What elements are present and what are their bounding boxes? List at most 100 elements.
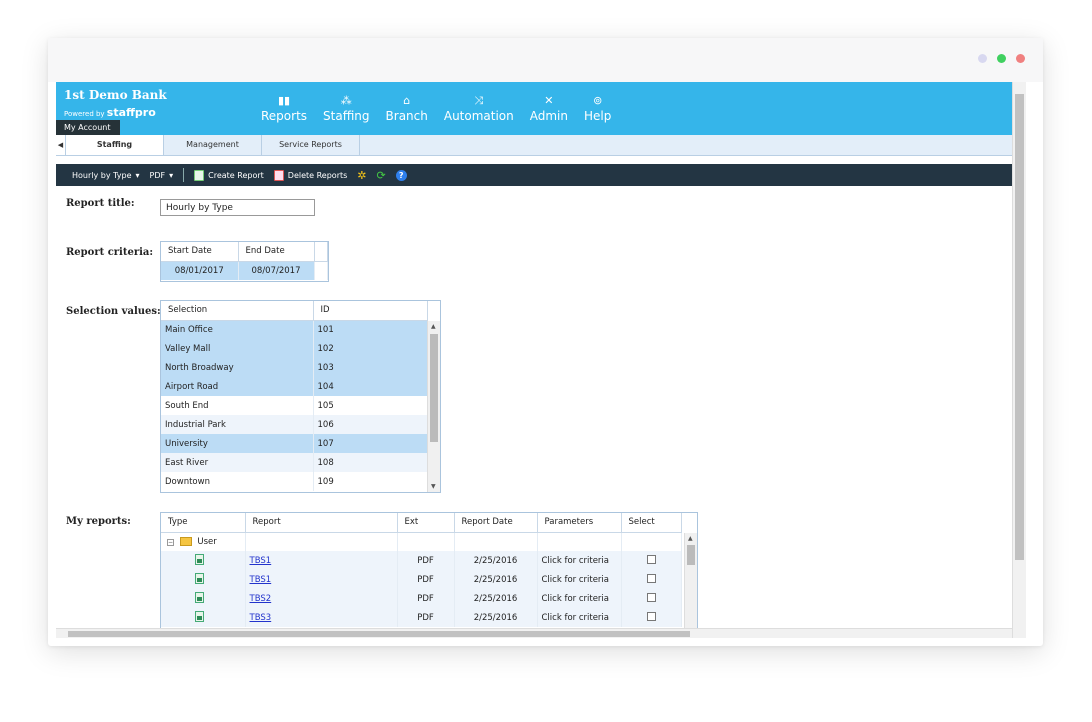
report-select-checkbox[interactable] [646,573,656,583]
app-header: 1st Demo Bank Powered by staffpro My Acc… [56,82,1026,135]
help-circle-icon[interactable]: ? [395,169,407,181]
report-row[interactable]: TBS1 PDF 2/25/2016 Click for criteria [161,570,682,589]
window-dot-2[interactable] [997,54,1006,63]
folder-row[interactable]: − User [161,532,682,551]
report-type-cell [161,589,246,608]
selection-id: 108 [313,453,428,472]
report-select-checkbox[interactable] [646,592,656,602]
start-date-cell[interactable]: 08/01/2017 [161,261,239,280]
format-value: PDF [149,170,166,180]
my-account-button[interactable]: My Account [56,120,120,135]
report-date: 2/25/2016 [454,608,538,627]
page-vertical-scrollbar[interactable] [1012,82,1026,638]
format-select[interactable]: PDF ▾ [150,171,174,180]
report-name-cell: TBS2 [245,589,398,608]
report-parameters[interactable]: Click for criteria [537,570,622,589]
report-select-checkbox[interactable] [646,611,656,621]
report-row[interactable]: TBS2 PDF 2/25/2016 Click for criteria [161,589,682,608]
start-date-header: Start Date [161,242,239,262]
my-reports-scrollbar[interactable]: ▲ [684,533,697,638]
create-report-button[interactable]: Create Report [194,169,264,181]
create-report-label: Create Report [208,170,264,180]
selection-name: Airport Road [161,377,314,396]
report-parameters[interactable]: Click for criteria [537,608,622,627]
window-controls [978,54,1025,63]
nav-staffing[interactable]: ⁂ Staffing [315,94,378,123]
report-file-icon [195,591,204,603]
page-vertical-thumb[interactable] [1015,94,1024,560]
window-titlebar [48,38,1043,82]
selection-id: 102 [313,339,428,358]
tab-service-reports[interactable]: Service Reports [262,135,360,155]
nav-admin-label: Admin [529,109,568,123]
page-horizontal-scrollbar[interactable] [56,628,1012,638]
tab-staffing[interactable]: Staffing [66,135,164,155]
help-icon: ⊚ [593,94,603,107]
selection-row[interactable]: Valley Mall 102 [161,339,428,358]
nav-help-label: Help [584,109,612,123]
refresh-icon[interactable]: ⟳ [377,169,386,182]
selection-name: North Broadway [161,358,314,377]
report-row[interactable]: TBS3 PDF 2/25/2016 Click for criteria [161,608,682,627]
report-title-input[interactable] [160,199,315,216]
nav-reports[interactable]: ▮▮ Reports [253,94,315,123]
my-reports-scroll-thumb[interactable] [687,545,695,565]
scroll-up-icon[interactable]: ▲ [688,535,693,542]
report-toolbar: Hourly by Type ▾ PDF ▾ Create Report Del… [56,164,1026,186]
selection-row[interactable]: Downtown 109 [161,472,428,491]
report-name-cell: TBS1 [245,570,398,589]
report-type-value: Hourly by Type [72,170,132,180]
nav-automation[interactable]: ⤨ Automation [436,94,522,123]
selection-name: Downtown [161,472,314,491]
report-select-checkbox[interactable] [646,554,656,564]
collapse-icon[interactable]: − [167,538,174,546]
selection-row[interactable]: Main Office 101 [161,320,428,339]
report-link[interactable]: TBS1 [250,556,272,566]
nav-branch[interactable]: ⌂ Branch [378,94,436,123]
staffpro-logo: staffpro [106,106,156,119]
selection-name: South End [161,396,314,415]
selection-row[interactable]: University 107 [161,434,428,453]
report-link[interactable]: TBS3 [250,613,272,623]
selection-row[interactable]: South End 105 [161,396,428,415]
report-select-cell [621,551,682,570]
report-link[interactable]: TBS1 [250,575,272,585]
nav-branch-label: Branch [385,109,428,123]
selection-scrollbar[interactable]: ▲ ▼ [427,321,440,492]
scroll-down-icon[interactable]: ▼ [431,483,436,490]
report-type-cell [161,570,246,589]
nav-admin[interactable]: ✕ Admin [522,94,576,123]
my-reports-grid: Type Report Ext Report Date Parameters S… [160,512,698,638]
settings-icon[interactable]: ✲ [357,169,366,182]
ext-header: Ext [397,513,455,533]
window-dot-3[interactable] [1016,54,1025,63]
report-ext: PDF [397,570,455,589]
folder-label: User [197,536,217,547]
page-horizontal-thumb[interactable] [68,631,690,637]
report-parameters[interactable]: Click for criteria [537,589,622,608]
end-date-cell[interactable]: 08/07/2017 [238,261,315,280]
selection-row[interactable]: Airport Road 104 [161,377,428,396]
delete-reports-button[interactable]: Delete Reports [273,169,347,181]
browser-window: 1st Demo Bank Powered by staffpro My Acc… [48,38,1043,646]
report-title-label: Report title: [66,198,135,209]
tabs-scroll-left-icon[interactable]: ◀ [56,135,66,155]
selection-values-label: Selection values: [66,306,161,317]
selection-id: 107 [313,434,428,453]
bank-icon: ⌂ [403,94,411,107]
report-link[interactable]: TBS2 [250,594,272,604]
window-dot-1[interactable] [978,54,987,63]
tab-management[interactable]: Management [164,135,262,155]
selection-row[interactable]: Industrial Park 106 [161,415,428,434]
report-type-select[interactable]: Hourly by Type ▾ [72,171,140,180]
report-select-cell [621,608,682,627]
selection-row[interactable]: East River 108 [161,453,428,472]
report-name-cell: TBS1 [245,551,398,570]
selection-scroll-thumb[interactable] [430,334,438,442]
report-row[interactable]: TBS1 PDF 2/25/2016 Click for criteria [161,551,682,570]
nav-help[interactable]: ⊚ Help [576,94,619,123]
report-parameters[interactable]: Click for criteria [537,551,622,570]
report-criteria-label: Report criteria: [66,247,154,258]
scroll-up-icon[interactable]: ▲ [431,323,436,330]
selection-row[interactable]: North Broadway 103 [161,358,428,377]
